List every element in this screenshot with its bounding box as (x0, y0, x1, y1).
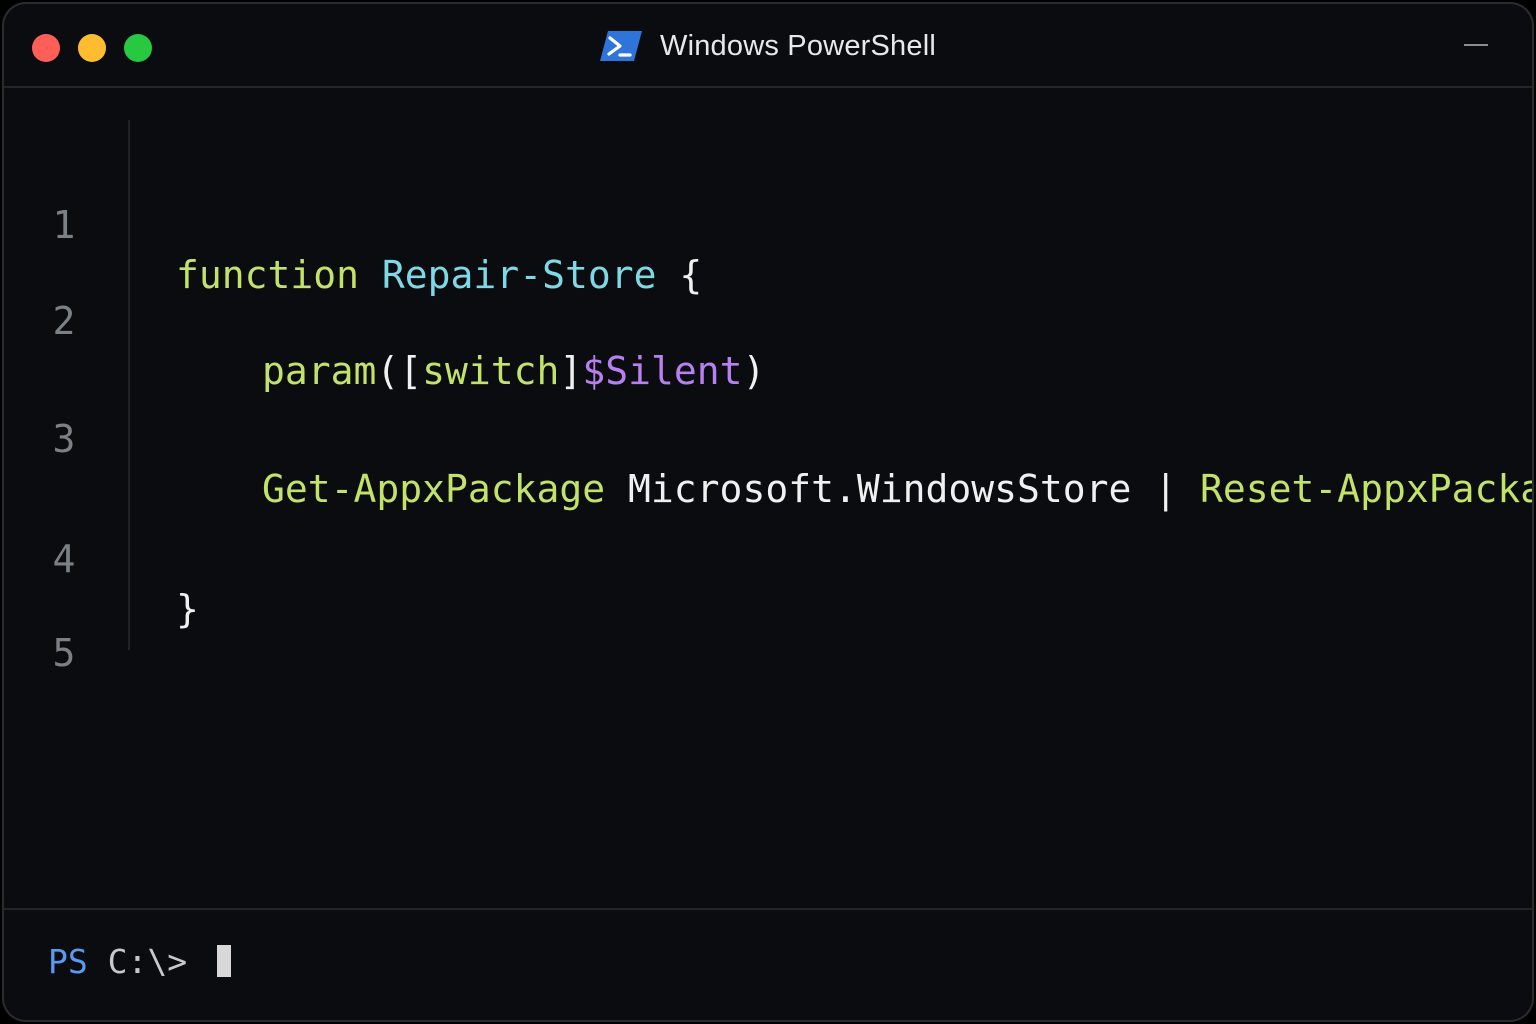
title-bar: Windows PowerShell (4, 4, 1532, 88)
prompt-tag: PS (48, 942, 88, 981)
window-title: Windows PowerShell (660, 29, 936, 62)
code-line: 4 } (4, 484, 1532, 631)
line-number: 2 (52, 299, 76, 343)
code-editor[interactable]: 1 function Repair-Store { 2 param([switc… (4, 88, 1532, 908)
line-number: 4 (52, 537, 76, 581)
code-line: 3 Get-AppxPackage Microsoft.WindowsStore… (4, 364, 1532, 511)
code-line: 5 (4, 578, 1532, 675)
prompt-path: C:\> (87, 942, 207, 981)
command-prompt[interactable]: PS C:\> (4, 908, 1532, 1020)
code-line: 1 function Repair-Store { (4, 150, 1532, 297)
powershell-icon (600, 31, 642, 61)
prompt-line[interactable]: PS C:\> (48, 940, 231, 984)
powershell-window: Windows PowerShell 1 function Repair-Sto… (2, 2, 1534, 1022)
line-number: 5 (52, 631, 76, 675)
code-line: 2 param([switch]$Silent) (4, 246, 1532, 393)
text-cursor (216, 945, 231, 977)
line-number: 3 (52, 417, 76, 461)
line-number: 1 (52, 203, 76, 247)
collapse-button[interactable] (1464, 44, 1488, 46)
window-title-group: Windows PowerShell (4, 4, 1532, 88)
